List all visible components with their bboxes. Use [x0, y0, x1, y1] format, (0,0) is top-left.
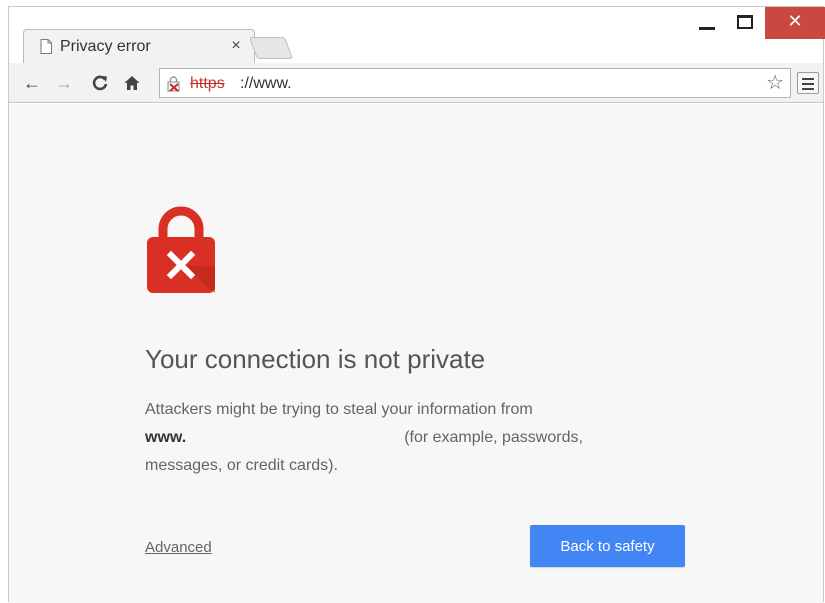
close-window-button[interactable]: ✕	[765, 7, 825, 39]
title-bar: Privacy error × ✕	[9, 7, 825, 63]
new-tab-button[interactable]	[248, 37, 294, 59]
description-line-3: messages, or credit cards).	[145, 457, 338, 474]
back-to-safety-button[interactable]: Back to safety	[530, 525, 685, 567]
forward-arrow-icon[interactable]: →	[53, 72, 75, 94]
menu-icon-bar	[802, 83, 814, 85]
home-icon[interactable]	[121, 72, 143, 94]
menu-button[interactable]	[797, 72, 819, 94]
browser-window: Privacy error × ✕ ← → https://www. ☆ Yo…	[8, 6, 825, 603]
document-icon	[40, 39, 52, 54]
minimize-icon	[699, 27, 715, 30]
insecure-lock-icon	[167, 76, 180, 92]
menu-icon	[802, 78, 814, 80]
back-arrow-icon[interactable]: ←	[21, 72, 43, 94]
tab-privacy-error[interactable]: Privacy error ×	[23, 29, 255, 63]
maximize-button[interactable]	[727, 7, 761, 39]
maximize-icon	[737, 15, 753, 29]
red-lock-icon	[147, 206, 215, 293]
minimize-button[interactable]	[689, 7, 723, 39]
page-title: Your connection is not private	[145, 344, 486, 374]
domain-name: www.	[145, 429, 187, 446]
error-description: Attackers might be trying to steal your …	[145, 396, 665, 480]
browser-toolbar: ← → https ://www. ☆	[9, 63, 823, 103]
address-bar[interactable]: https ://www. ☆	[159, 68, 791, 98]
description-line-1: Attackers might be trying to steal your …	[145, 401, 533, 418]
reload-icon[interactable]	[89, 72, 111, 94]
bookmark-star-icon[interactable]: ☆	[766, 72, 784, 94]
menu-icon-bar	[802, 88, 814, 90]
tab-title: Privacy error	[60, 38, 151, 55]
tab-close-icon[interactable]: ×	[228, 36, 244, 56]
url-scheme: https	[190, 75, 225, 92]
description-line-2: (for example, passwords,	[404, 429, 583, 446]
url-host: ://www.	[240, 75, 292, 92]
advanced-link[interactable]: Advanced	[145, 539, 212, 556]
error-page: Your connection is not private Attackers…	[9, 104, 823, 603]
close-icon: ✕	[787, 11, 803, 31]
